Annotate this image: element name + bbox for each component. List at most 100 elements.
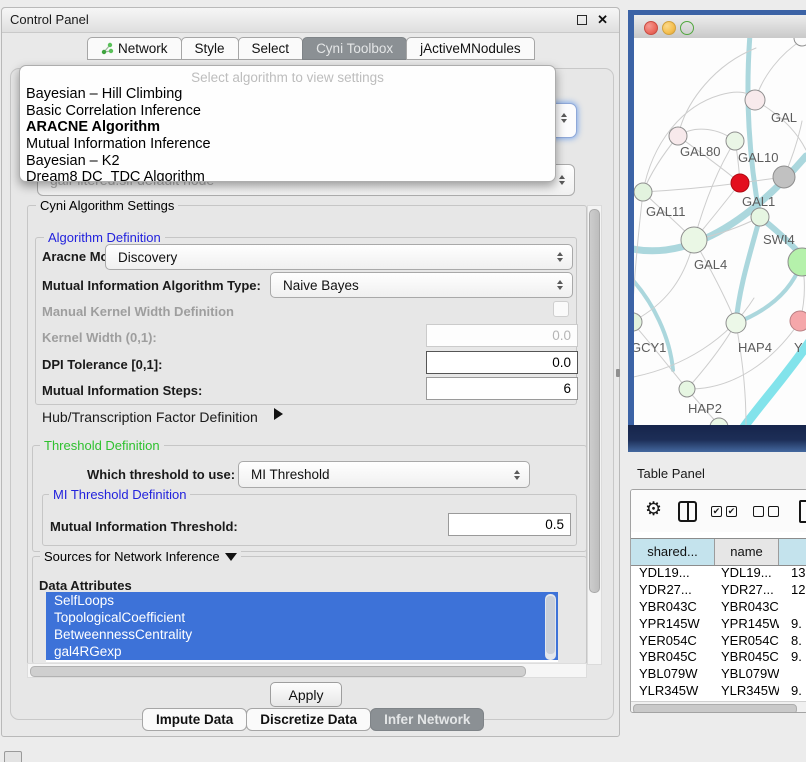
- data-attributes-list: SelfLoopsTopologicalCoefficientBetweenne…: [46, 592, 558, 662]
- close-traffic-light[interactable]: [644, 21, 658, 35]
- node-gal4[interactable]: [681, 227, 707, 253]
- table-row[interactable]: YBR043CYBR043C: [631, 599, 806, 616]
- algorithm-option-basic-correlation-inference[interactable]: Basic Correlation Inference: [24, 103, 551, 120]
- tab-style[interactable]: Style: [181, 37, 239, 60]
- control-panel-window: Control Panel ✕ NetworkStyleSelectCyni T…: [1, 7, 620, 737]
- network-edge[interactable]: [634, 192, 643, 322]
- close-icon[interactable]: ✕: [597, 12, 608, 28]
- network-edge[interactable]: [643, 183, 740, 192]
- settings-vertical-scrollbar-thumb[interactable]: [589, 209, 600, 593]
- checked-box-icon[interactable]: ✔: [711, 506, 722, 517]
- node-gal[interactable]: [745, 90, 765, 110]
- network-edge[interactable]: [678, 48, 756, 136]
- column-header-col2[interactable]: [779, 539, 806, 565]
- algorithm-option-bayesian-hill-climbing[interactable]: Bayesian – Hill Climbing: [24, 86, 551, 103]
- settings-horizontal-scrollbar[interactable]: [27, 663, 587, 678]
- tab-network[interactable]: Network: [87, 37, 182, 60]
- tab-jactivemnodules[interactable]: jActiveMNodules: [406, 37, 535, 60]
- node-gal1[interactable]: [731, 174, 749, 192]
- table-row[interactable]: YDL19...YDL19...13: [631, 565, 806, 582]
- mi-threshold-value: 0.5: [545, 517, 564, 532]
- table-cell: [779, 666, 806, 683]
- attribute-selfloops[interactable]: SelfLoops: [46, 592, 558, 609]
- table-row[interactable]: YDR27...YDR27...12: [631, 582, 806, 599]
- mi-threshold-field[interactable]: 0.5: [448, 513, 571, 536]
- unchecked-box-icon[interactable]: [768, 506, 779, 517]
- zoom-traffic-light[interactable]: [680, 21, 694, 35]
- mi-type-value: Naive Bayes: [271, 278, 553, 293]
- collapse-arrow-icon[interactable]: [225, 553, 237, 561]
- checked-box-icon[interactable]: ✔: [726, 506, 737, 517]
- network-edge[interactable]: [634, 322, 687, 389]
- panel-splitter-handle[interactable]: [616, 369, 620, 377]
- floating-panel-icon[interactable]: [4, 751, 22, 762]
- split-columns-icon[interactable]: [678, 501, 697, 522]
- table-row[interactable]: YBL079WYBL079W: [631, 666, 806, 683]
- expand-arrow-icon[interactable]: [274, 408, 283, 420]
- apply-button[interactable]: Apply: [270, 682, 342, 707]
- dpi-tolerance-field[interactable]: 0.0: [426, 351, 578, 374]
- table-row[interactable]: YLR345WYLR345W9.: [631, 683, 806, 700]
- unchecked-box-icon[interactable]: [753, 506, 764, 517]
- kernel-width-field[interactable]: 0.0: [426, 324, 578, 347]
- node-gal11[interactable]: [634, 183, 652, 201]
- combo-arrows-icon: [553, 280, 567, 290]
- node-gal10[interactable]: [726, 132, 744, 150]
- table-row[interactable]: YBR045CYBR045C9.: [631, 649, 806, 666]
- table-cell: YPR145W: [715, 616, 779, 633]
- attributes-scrollbar-thumb[interactable]: [546, 596, 555, 654]
- node-hap2[interactable]: [679, 381, 695, 397]
- network-edge[interactable]: [755, 100, 806, 150]
- network-edge[interactable]: [694, 240, 736, 323]
- window-title: Control Panel: [10, 12, 89, 27]
- node-unlabeled[interactable]: [788, 248, 806, 276]
- column-header-shared[interactable]: shared...: [631, 539, 715, 565]
- table-cell: [779, 599, 806, 616]
- attribute-topologicalcoefficient[interactable]: TopologicalCoefficient: [46, 609, 558, 626]
- aracne-mode-select[interactable]: Discovery: [105, 244, 573, 270]
- node-gcy1[interactable]: [634, 313, 642, 331]
- document-icon[interactable]: [799, 500, 806, 523]
- algorithm-option-bayesian-k2[interactable]: Bayesian – K2: [24, 153, 551, 170]
- control-panel-titlebar[interactable]: Control Panel ✕: [2, 8, 619, 33]
- algorithm-option-mutual-information-inference[interactable]: Mutual Information Inference: [24, 136, 551, 153]
- column-header-name[interactable]: name: [715, 539, 779, 565]
- mi-steps-field[interactable]: 6: [426, 377, 578, 400]
- node-unlabeled[interactable]: [710, 418, 728, 425]
- tab-impute-data[interactable]: Impute Data: [142, 708, 247, 731]
- settings-vertical-scrollbar[interactable]: [587, 205, 602, 665]
- desktop: Control Panel ✕ NetworkStyleSelectCyni T…: [0, 0, 806, 762]
- node-gal80[interactable]: [669, 127, 687, 145]
- manual-kernel-checkbox[interactable]: [553, 301, 569, 317]
- tab-infer-network[interactable]: Infer Network: [370, 708, 484, 731]
- node-label-gal: GAL: [771, 110, 797, 125]
- table-horizontal-scrollbar[interactable]: [631, 701, 806, 713]
- attribute-betweennesscentrality[interactable]: BetweennessCentrality: [46, 626, 558, 643]
- attribute-gal4rgexp[interactable]: gal4RGexp: [46, 643, 558, 660]
- table-row[interactable]: YER054CYER054C8.: [631, 633, 806, 650]
- node-label-gal80: GAL80: [680, 144, 720, 159]
- algorithm-option-dream8-dc-tdc-algorithm[interactable]: Dream8 DC_TDC Algorithm: [24, 169, 551, 182]
- table-panel-title: Table Panel: [637, 466, 705, 481]
- float-window-icon[interactable]: [577, 15, 587, 25]
- network-canvas[interactable]: GALGAL80GAL10GAL1GAL11SWI4GAL4GCY1HAP4YH…: [634, 38, 806, 425]
- node-y[interactable]: [790, 311, 806, 331]
- node-hap4[interactable]: [726, 313, 746, 333]
- node-unlabeled[interactable]: [773, 166, 795, 188]
- network-window-titlebar[interactable]: [634, 15, 806, 39]
- table-horizontal-scrollbar-thumb[interactable]: [633, 704, 797, 714]
- table-row[interactable]: YPR145WYPR145W9.: [631, 616, 806, 633]
- settings-horizontal-scrollbar-thumb[interactable]: [30, 666, 526, 677]
- tab-discretize-data[interactable]: Discretize Data: [246, 708, 371, 731]
- mi-type-select[interactable]: Naive Bayes: [270, 272, 573, 298]
- tab-cyni-toolbox[interactable]: Cyni Toolbox: [302, 37, 407, 60]
- minimize-traffic-light[interactable]: [662, 21, 676, 35]
- algorithm-option-aracne-algorithm[interactable]: ARACNE Algorithm: [24, 119, 551, 136]
- attributes-scrollbar[interactable]: [545, 594, 556, 660]
- node-swi4[interactable]: [751, 208, 769, 226]
- network-edge[interactable]: [755, 40, 802, 100]
- gear-icon[interactable]: ⚙: [645, 498, 662, 521]
- network-edge[interactable]: [687, 323, 736, 389]
- tab-select[interactable]: Select: [238, 37, 304, 60]
- which-threshold-select[interactable]: MI Threshold: [238, 461, 530, 488]
